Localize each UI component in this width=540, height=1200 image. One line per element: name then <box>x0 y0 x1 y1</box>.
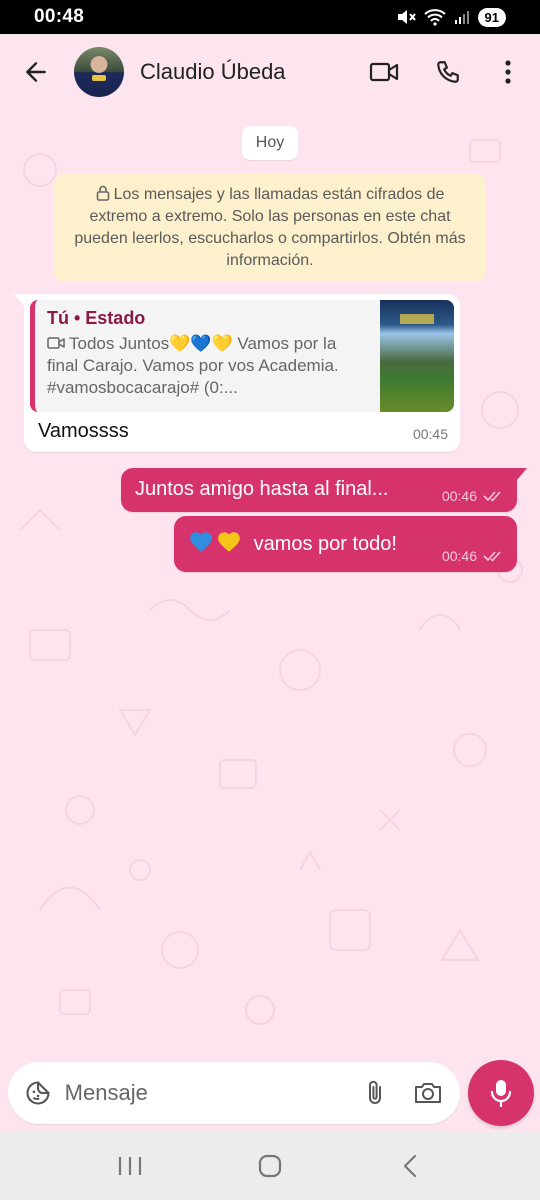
recent-apps-icon <box>118 1157 142 1175</box>
sticker-icon <box>26 1081 50 1105</box>
more-options-icon <box>505 60 511 84</box>
blue-heart-icon <box>190 532 212 552</box>
message-input-box <box>8 1062 460 1124</box>
recent-apps-button[interactable] <box>100 1141 160 1191</box>
message-text: Juntos amigo hasta al final... <box>135 478 389 500</box>
status-time: 00:48 <box>34 6 85 27</box>
status-reply-quote[interactable]: Tú • Estado Todos Juntos💛💙💛 Vamos por la… <box>30 300 454 412</box>
sticker-button[interactable] <box>16 1069 61 1117</box>
mic-icon <box>490 1080 512 1108</box>
attach-button[interactable] <box>353 1069 398 1117</box>
contact-avatar[interactable] <box>74 47 124 97</box>
outgoing-message[interactable]: Juntos amigo hasta al final... 00:46 <box>121 468 527 512</box>
voice-call-button[interactable] <box>424 48 472 96</box>
quote-text-block: Tú • Estado Todos Juntos💛💙💛 Vamos por la… <box>35 300 380 412</box>
video-call-icon <box>369 62 399 82</box>
incoming-message[interactable]: Tú • Estado Todos Juntos💛💙💛 Vamos por la… <box>14 294 460 452</box>
double-check-icon <box>483 551 501 562</box>
double-check-icon <box>483 491 501 502</box>
more-options-button[interactable] <box>484 48 532 96</box>
compose-bar <box>0 1058 540 1132</box>
message-content: vamos por todo! <box>188 529 397 556</box>
message-input[interactable] <box>64 1080 353 1106</box>
battery-level: 91 <box>477 7 506 27</box>
status-bar: 00:48 91 <box>0 0 540 34</box>
voice-message-button[interactable] <box>468 1060 534 1126</box>
back-nav-button[interactable] <box>380 1141 440 1191</box>
message-text: vamos por todo! <box>253 533 397 555</box>
message-text: Vamossss <box>38 420 129 442</box>
home-button[interactable] <box>240 1141 300 1191</box>
encryption-notice-text: Los mensajes y las llamadas están cifrad… <box>74 186 466 269</box>
status-icons: 91 <box>396 7 506 27</box>
attach-icon <box>369 1080 381 1104</box>
camera-button[interactable] <box>405 1069 450 1117</box>
message-time: 00:46 <box>441 488 477 504</box>
chat-header: Claudio Úbeda <box>0 34 540 110</box>
video-call-button[interactable] <box>360 48 408 96</box>
wifi-icon <box>423 9 446 26</box>
quote-title: Tú • Estado <box>47 308 146 328</box>
back-arrow-icon <box>26 62 46 82</box>
home-icon <box>258 1154 282 1178</box>
message-meta: 00:46 <box>442 548 503 564</box>
back-nav-icon <box>403 1154 417 1178</box>
status-thumbnail <box>380 300 454 412</box>
yellow-heart-icon <box>218 532 240 552</box>
encryption-notice[interactable]: Los mensajes y las llamadas están cifrad… <box>54 174 486 282</box>
camera-icon <box>414 1083 441 1103</box>
video-icon <box>47 337 65 349</box>
contact-name[interactable]: Claudio Úbeda <box>140 59 360 85</box>
phone-icon <box>437 61 459 83</box>
message-time: 00:45 <box>412 426 448 442</box>
chat-area[interactable]: Hoy Los mensajes y las llamadas están ci… <box>0 110 540 1058</box>
lock-icon <box>96 185 109 201</box>
system-nav-bar <box>0 1132 540 1200</box>
signal-icon <box>454 11 469 24</box>
date-label: Hoy <box>242 126 298 160</box>
quote-body: Todos Juntos💛💙💛 Vamos por la final Caraj… <box>47 333 370 399</box>
message-time: 00:46 <box>441 548 477 564</box>
back-button[interactable] <box>12 48 60 96</box>
message-meta: 00:46 <box>442 488 503 504</box>
quote-body-text: Todos Juntos💛💙💛 Vamos por la final Caraj… <box>47 334 339 397</box>
mute-icon <box>397 10 416 24</box>
outgoing-message[interactable]: vamos por todo! 00:46 <box>174 516 517 572</box>
